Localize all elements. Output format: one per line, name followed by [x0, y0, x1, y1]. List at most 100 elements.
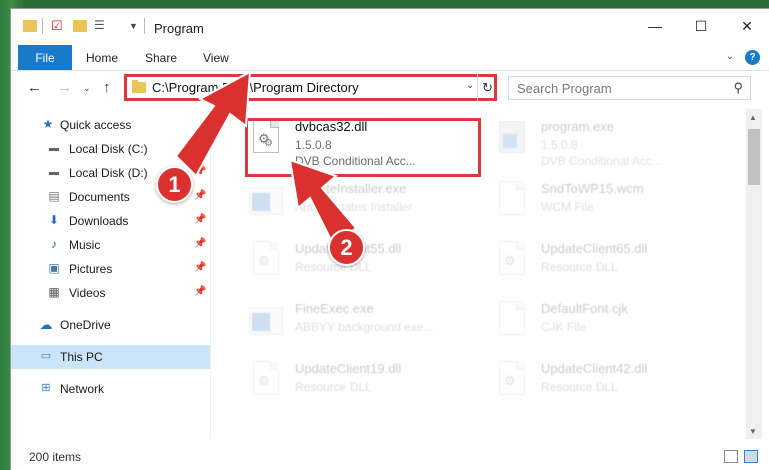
file-description: Resource DLL [541, 380, 618, 394]
sidebar-item-quick-access[interactable]: ★ Quick access [11, 113, 210, 137]
file-description: CJK File [541, 320, 587, 334]
callout-1: 1 [156, 166, 193, 203]
file-description: WCM File [541, 200, 594, 214]
file-icon [495, 301, 529, 345]
music-icon: ♪ [51, 237, 57, 251]
properties-icon[interactable]: ☑ [51, 18, 63, 34]
tiles-view-icon[interactable] [744, 450, 758, 463]
pin-icon[interactable]: 📌 [194, 214, 206, 225]
details-view-icon[interactable] [724, 450, 738, 463]
file-item-defaultfont[interactable]: DefaultFont.cjk CJK File [479, 297, 719, 353]
sidebar-item-label: Quick access [60, 118, 132, 132]
separator [42, 18, 43, 34]
chevron-down-icon[interactable]: ⌄ [466, 80, 474, 91]
pin-icon[interactable]: 📌 [194, 286, 206, 297]
tab-home[interactable]: Home [86, 51, 118, 65]
forward-icon[interactable]: → [57, 79, 72, 96]
close-button[interactable]: ✕ [724, 9, 769, 43]
sidebar-item-label: OneDrive [60, 318, 111, 332]
pin-icon[interactable]: 📌 [194, 166, 206, 177]
new-folder-icon[interactable] [73, 20, 87, 32]
file-description: ABBYY background exe... [295, 320, 434, 334]
file-version: 1.5.0.8 [541, 138, 578, 152]
pin-icon[interactable]: 📌 [194, 190, 206, 201]
pictures-icon: ▣ [48, 261, 60, 275]
pin-icon[interactable]: 📌 [194, 262, 206, 273]
refresh-icon[interactable]: ↻ [477, 74, 497, 101]
sidebar-item-label: Local Disk (D:) [69, 166, 148, 180]
address-bar[interactable]: C:\Program Files\Program Directory ⌄ ↻ [124, 74, 497, 101]
title-bar: ☑ ☰ ▼ Program — ☐ ✕ [11, 9, 769, 43]
maximize-button[interactable]: ☐ [678, 9, 724, 43]
file-description: DVB Conditional Acc... [541, 154, 662, 168]
explorer-window: ☑ ☰ ▼ Program — ☐ ✕ File Home Share View… [10, 8, 769, 470]
sidebar-item-this-pc[interactable]: ▭ This PC [11, 345, 210, 369]
sidebar-item-network[interactable]: ⊞ Network [11, 377, 210, 401]
scroll-down-icon[interactable]: ▼ [749, 427, 757, 436]
scrollbar-thumb[interactable] [748, 129, 760, 185]
file-name: SndToWP15.wcm [541, 181, 644, 196]
scroll-up-icon[interactable]: ▲ [749, 113, 757, 122]
sidebar-item-label: This PC [60, 350, 103, 364]
sidebar-item-videos[interactable]: ▦ Videos 📌 [11, 281, 210, 305]
back-icon[interactable]: ← [27, 79, 42, 96]
chevron-down-icon[interactable]: ▼ [129, 21, 138, 37]
sidebar-item-label: Documents [69, 190, 130, 204]
file-item-updateclient65[interactable]: ⚙ UpdateClient65.dll Resource DLL [479, 237, 719, 293]
dll-file-icon: ⚙ [495, 241, 529, 285]
tab-file[interactable]: File [18, 45, 72, 70]
file-item-fineexec[interactable]: FineExec.exe ABBYY background exe... [233, 297, 473, 353]
file-name: UpdateClient65.dll [541, 241, 648, 256]
search-icon[interactable]: ⚲ [733, 80, 743, 96]
address-path[interactable]: C:\Program Files\Program Directory [152, 80, 359, 95]
file-item-updateclient19[interactable]: ⚙ UpdateClient19.dll Resource DLL [233, 357, 473, 413]
sidebar-item-music[interactable]: ♪ Music 📌 [11, 233, 210, 257]
computer-icon: ▭ [40, 350, 52, 362]
tab-share[interactable]: Share [145, 51, 177, 65]
drive-icon: ▬ [49, 143, 59, 154]
file-item-updateinstaller[interactable]: UpdateInstaller.exe AbbyUpdates Installe… [233, 177, 473, 233]
file-item-sndtowp15[interactable]: SndToWP15.wcm WCM File [479, 177, 719, 233]
dll-file-icon: ⚙ [249, 241, 283, 285]
file-item-updateclient42[interactable]: ⚙ UpdateClient42.dll Resource DLL [479, 357, 719, 413]
item-count: 200 items [29, 450, 82, 464]
expand-ribbon-icon[interactable]: ⌄ [726, 51, 734, 62]
up-icon[interactable]: ↑ [103, 79, 111, 96]
file-name: program.exe [541, 119, 614, 134]
file-name: UpdateClient42.dll [541, 361, 648, 376]
minimize-button[interactable]: — [632, 9, 678, 43]
sidebar-item-label: Music [69, 238, 101, 252]
exe-file-icon [495, 119, 529, 163]
pin-icon[interactable]: 📌 [194, 238, 206, 249]
sidebar-item-local-disk-c[interactable]: ▬ Local Disk (C:) [11, 137, 210, 161]
star-icon: ★ [42, 117, 54, 131]
tab-view[interactable]: View [203, 51, 229, 65]
sidebar-item-pictures[interactable]: ▣ Pictures 📌 [11, 257, 210, 281]
search-input[interactable]: Search Program ⚲ [508, 76, 751, 100]
sidebar-item-onedrive[interactable]: ☁ OneDrive [11, 313, 210, 337]
sidebar-item-label: Local Disk (C:) [69, 142, 148, 156]
dll-file-icon: ⚙ [495, 361, 529, 405]
status-bar: 200 items [11, 443, 769, 470]
file-icon [495, 181, 529, 225]
recent-locations-icon[interactable]: ⌄ [83, 83, 91, 94]
dll-file-icon: ⚙ [249, 361, 283, 405]
vertical-scrollbar[interactable]: ▲ ▼ [746, 109, 762, 439]
window-title: Program [154, 21, 204, 36]
highlight-box [245, 118, 481, 177]
customize-icon[interactable]: ☰ [94, 18, 105, 34]
help-icon[interactable]: ? [745, 50, 760, 65]
file-description: Resource DLL [295, 260, 372, 274]
file-name: DefaultFont.cjk [541, 301, 628, 316]
sidebar-item-label: Videos [69, 286, 106, 300]
file-description: Resource DLL [295, 380, 372, 394]
file-name: FineExec.exe [295, 301, 374, 316]
sidebar-item-downloads[interactable]: ⬇ Downloads 📌 [11, 209, 210, 233]
ribbon-tabs: File Home Share View ⌄ ? [11, 43, 769, 71]
cloud-icon: ☁ [39, 317, 53, 332]
separator [144, 18, 145, 34]
file-item-program[interactable]: program.exe 1.5.0.8 DVB Conditional Acc.… [479, 115, 719, 171]
file-list: ⚙ ⚙ dvbcas32.dll 1.5.0.8 DVB Conditional… [221, 109, 746, 439]
folder-icon [23, 20, 37, 32]
sidebar-item-label: Downloads [69, 214, 129, 228]
